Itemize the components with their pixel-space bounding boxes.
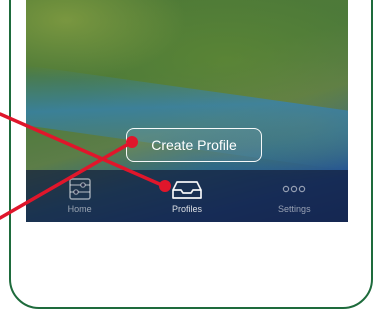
tab-settings-label: Settings — [278, 204, 311, 214]
tab-bar: Home Profiles Settings — [26, 170, 348, 222]
tray-icon — [172, 181, 202, 199]
sliders-icon — [68, 178, 91, 200]
tab-profiles[interactable]: Profiles — [142, 170, 232, 214]
tab-home-label: Home — [67, 204, 92, 214]
more-dots-icon — [283, 185, 306, 193]
tab-profiles-label: Profiles — [171, 204, 202, 214]
tab-home[interactable]: Home — [35, 170, 125, 214]
app-screen: Create Profile Home Profiles Settings — [26, 0, 348, 222]
tab-settings[interactable]: Settings — [249, 170, 339, 214]
create-profile-label: Create Profile — [151, 137, 237, 153]
create-profile-button[interactable]: Create Profile — [126, 128, 262, 162]
